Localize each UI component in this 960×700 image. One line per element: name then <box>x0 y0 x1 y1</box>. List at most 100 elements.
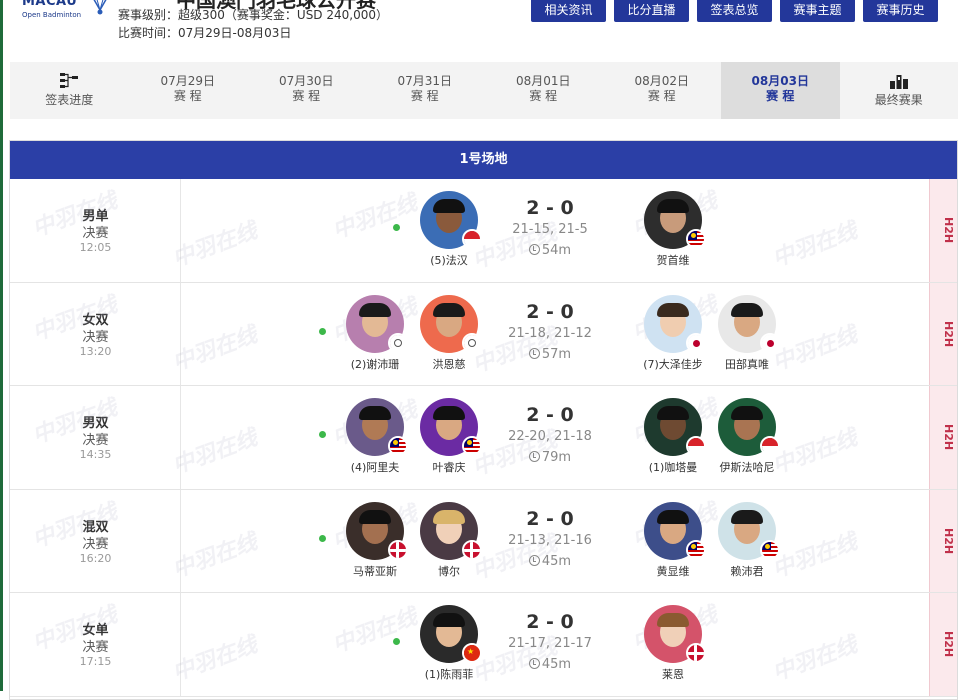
malaysia-flag-icon <box>760 539 780 560</box>
h2h-label: H2H <box>942 217 955 244</box>
tab-label: 赛 程 <box>529 89 558 103</box>
player-name: 莱恩 <box>662 668 684 681</box>
player[interactable]: 赖沛君 <box>709 501 785 579</box>
live-score-button[interactable]: 比分直播 <box>614 0 689 22</box>
player-avatar <box>718 398 780 456</box>
player[interactable]: (7)大泽佳步 <box>635 294 711 372</box>
player-name: 博尔 <box>438 564 460 578</box>
clock-icon <box>528 451 540 462</box>
h2h-label: H2H <box>942 320 955 347</box>
event-dates: 比赛时间：07月29日-08月03日 <box>118 26 292 40</box>
event-level: 赛事级别：超级300（赛事奖金：USD 240,000） <box>118 8 388 22</box>
tab-0729[interactable]: 07月29日 赛 程 <box>129 62 248 119</box>
player[interactable]: (5)法汉 <box>411 191 487 268</box>
h2h-button[interactable]: H2H <box>929 282 957 385</box>
watermark: 中羽在线 <box>329 604 421 659</box>
player-name: 叶睿庆 <box>432 461 466 474</box>
player[interactable]: 黄显维 <box>635 501 711 579</box>
tab-label: 赛 程 <box>410 89 439 103</box>
clock-icon <box>528 658 540 669</box>
winner-indicator <box>393 638 400 645</box>
player[interactable]: 伊斯法哈尼 <box>709 398 785 475</box>
h2h-label: H2H <box>942 527 955 554</box>
match-row[interactable]: 男单决赛12:05中羽在线中羽在线中羽在线中羽在线中羽在线中羽在线(5)法汉贺首… <box>10 179 957 283</box>
player[interactable]: 贺首维 <box>635 191 711 268</box>
match-row[interactable]: 男双决赛14:35中羽在线中羽在线中羽在线中羽在线中羽在线中羽在线(4)阿里夫叶… <box>10 386 957 490</box>
match-info: 女单 决赛 17:15 <box>10 593 181 696</box>
round-name: 决赛 <box>82 536 109 552</box>
player[interactable]: 田部真唯 <box>709 294 785 372</box>
watermark: 中羽在线 <box>769 632 861 687</box>
event-history-button[interactable]: 赛事历史 <box>863 0 938 22</box>
macau-open-logo[interactable]: MACAU Open Badminton <box>20 0 112 26</box>
player-avatar <box>644 294 706 353</box>
court-panel: 1号场地 男单决赛12:05中羽在线中羽在线中羽在线中羽在线中羽在线中羽在线(5… <box>9 140 958 700</box>
player[interactable]: ★ (1)陈雨菲 <box>411 605 487 682</box>
event-theme-button[interactable]: 赛事主题 <box>780 0 855 22</box>
player[interactable]: 莱恩 <box>635 605 711 682</box>
player-name: (7)大泽佳步 <box>643 357 703 371</box>
match-row[interactable]: 混双决赛16:20中羽在线中羽在线中羽在线中羽在线中羽在线中羽在线马蒂亚斯博尔黄… <box>10 489 957 593</box>
match-row[interactable]: 女单决赛17:15中羽在线中羽在线中羽在线中羽在线中羽在线中羽在线★(1)陈雨菲… <box>10 593 957 697</box>
tab-draw-progress[interactable]: 签表进度 <box>10 62 129 119</box>
player[interactable]: (2)谢沛珊 <box>337 294 413 372</box>
window-edge <box>0 0 3 691</box>
player-avatar <box>420 501 482 560</box>
player-avatar <box>346 294 408 353</box>
match-duration: 57m <box>541 346 572 362</box>
tab-date: 07月30日 <box>278 74 334 88</box>
player[interactable]: 博尔 <box>411 501 487 579</box>
malaysia-flag-icon <box>686 229 706 249</box>
tab-0730[interactable]: 07月30日 赛 程 <box>247 62 366 119</box>
match-info: 男双 决赛 14:35 <box>10 386 181 489</box>
tab-label: 赛 程 <box>173 89 202 103</box>
player-name: 田部真唯 <box>725 357 769 371</box>
watermark: 中羽在线 <box>329 190 421 245</box>
player[interactable]: 洪恩慈 <box>411 294 487 372</box>
h2h-button[interactable]: H2H <box>929 386 957 489</box>
match-time: 12:05 <box>79 241 112 254</box>
match-score: 2 - 0 <box>526 507 574 530</box>
tab-0802[interactable]: 08月02日 赛 程 <box>603 62 722 119</box>
shuttlecock-logo-icon <box>93 0 107 15</box>
denmark-flag-icon <box>686 643 706 663</box>
tab-final-results[interactable]: 最终赛果 <box>840 62 959 119</box>
player-avatar <box>718 294 780 353</box>
match-time: 17:15 <box>79 655 112 668</box>
chinese-taipei-flag-icon <box>462 332 482 353</box>
player-avatar <box>420 191 482 249</box>
game-scores: 21-18, 21-12 <box>508 325 592 341</box>
match-duration-wrap: 45m <box>500 554 600 569</box>
h2h-button[interactable]: H2H <box>929 179 957 282</box>
denmark-flag-icon <box>462 539 482 560</box>
tab-date: 07月31日 <box>397 74 453 88</box>
clock-icon <box>528 347 540 359</box>
draw-overview-button[interactable]: 签表总览 <box>697 0 772 22</box>
malaysia-flag-icon <box>686 539 706 560</box>
h2h-button[interactable]: H2H <box>929 489 957 592</box>
news-button[interactable]: 相关资讯 <box>531 0 606 22</box>
player-avatar <box>420 294 482 353</box>
player[interactable]: (4)阿里夫 <box>337 398 413 475</box>
player[interactable]: 叶睿庆 <box>411 398 487 475</box>
h2h-button[interactable]: H2H <box>929 593 957 696</box>
tab-0801[interactable]: 08月01日 赛 程 <box>484 62 603 119</box>
player-name: (4)阿里夫 <box>350 461 400 474</box>
player[interactable]: 马蒂亚斯 <box>337 501 413 579</box>
tab-date: 07月29日 <box>160 74 216 88</box>
winner-indicator <box>319 534 326 542</box>
match-row[interactable]: 女双决赛13:20中羽在线中羽在线中羽在线中羽在线中羽在线中羽在线(2)谢沛珊洪… <box>10 282 957 386</box>
denmark-flag-icon <box>388 539 408 560</box>
player[interactable]: (1)咖塔曼 <box>635 398 711 475</box>
tab-0803[interactable]: 08月03日 赛 程 <box>721 62 840 119</box>
player-avatar <box>346 398 408 456</box>
match-list: 男单决赛12:05中羽在线中羽在线中羽在线中羽在线中羽在线中羽在线(5)法汉贺首… <box>10 179 957 697</box>
indonesia-flag-icon <box>686 436 706 456</box>
tab-0731[interactable]: 07月31日 赛 程 <box>366 62 485 119</box>
round-name: 决赛 <box>82 329 109 345</box>
match-duration-wrap: 45m <box>500 657 600 672</box>
indonesia-flag-icon <box>462 229 482 249</box>
japan-flag-icon <box>760 332 780 353</box>
logo-subtitle: Open Badminton <box>22 11 82 19</box>
match-score: 2 - 0 <box>526 404 574 426</box>
